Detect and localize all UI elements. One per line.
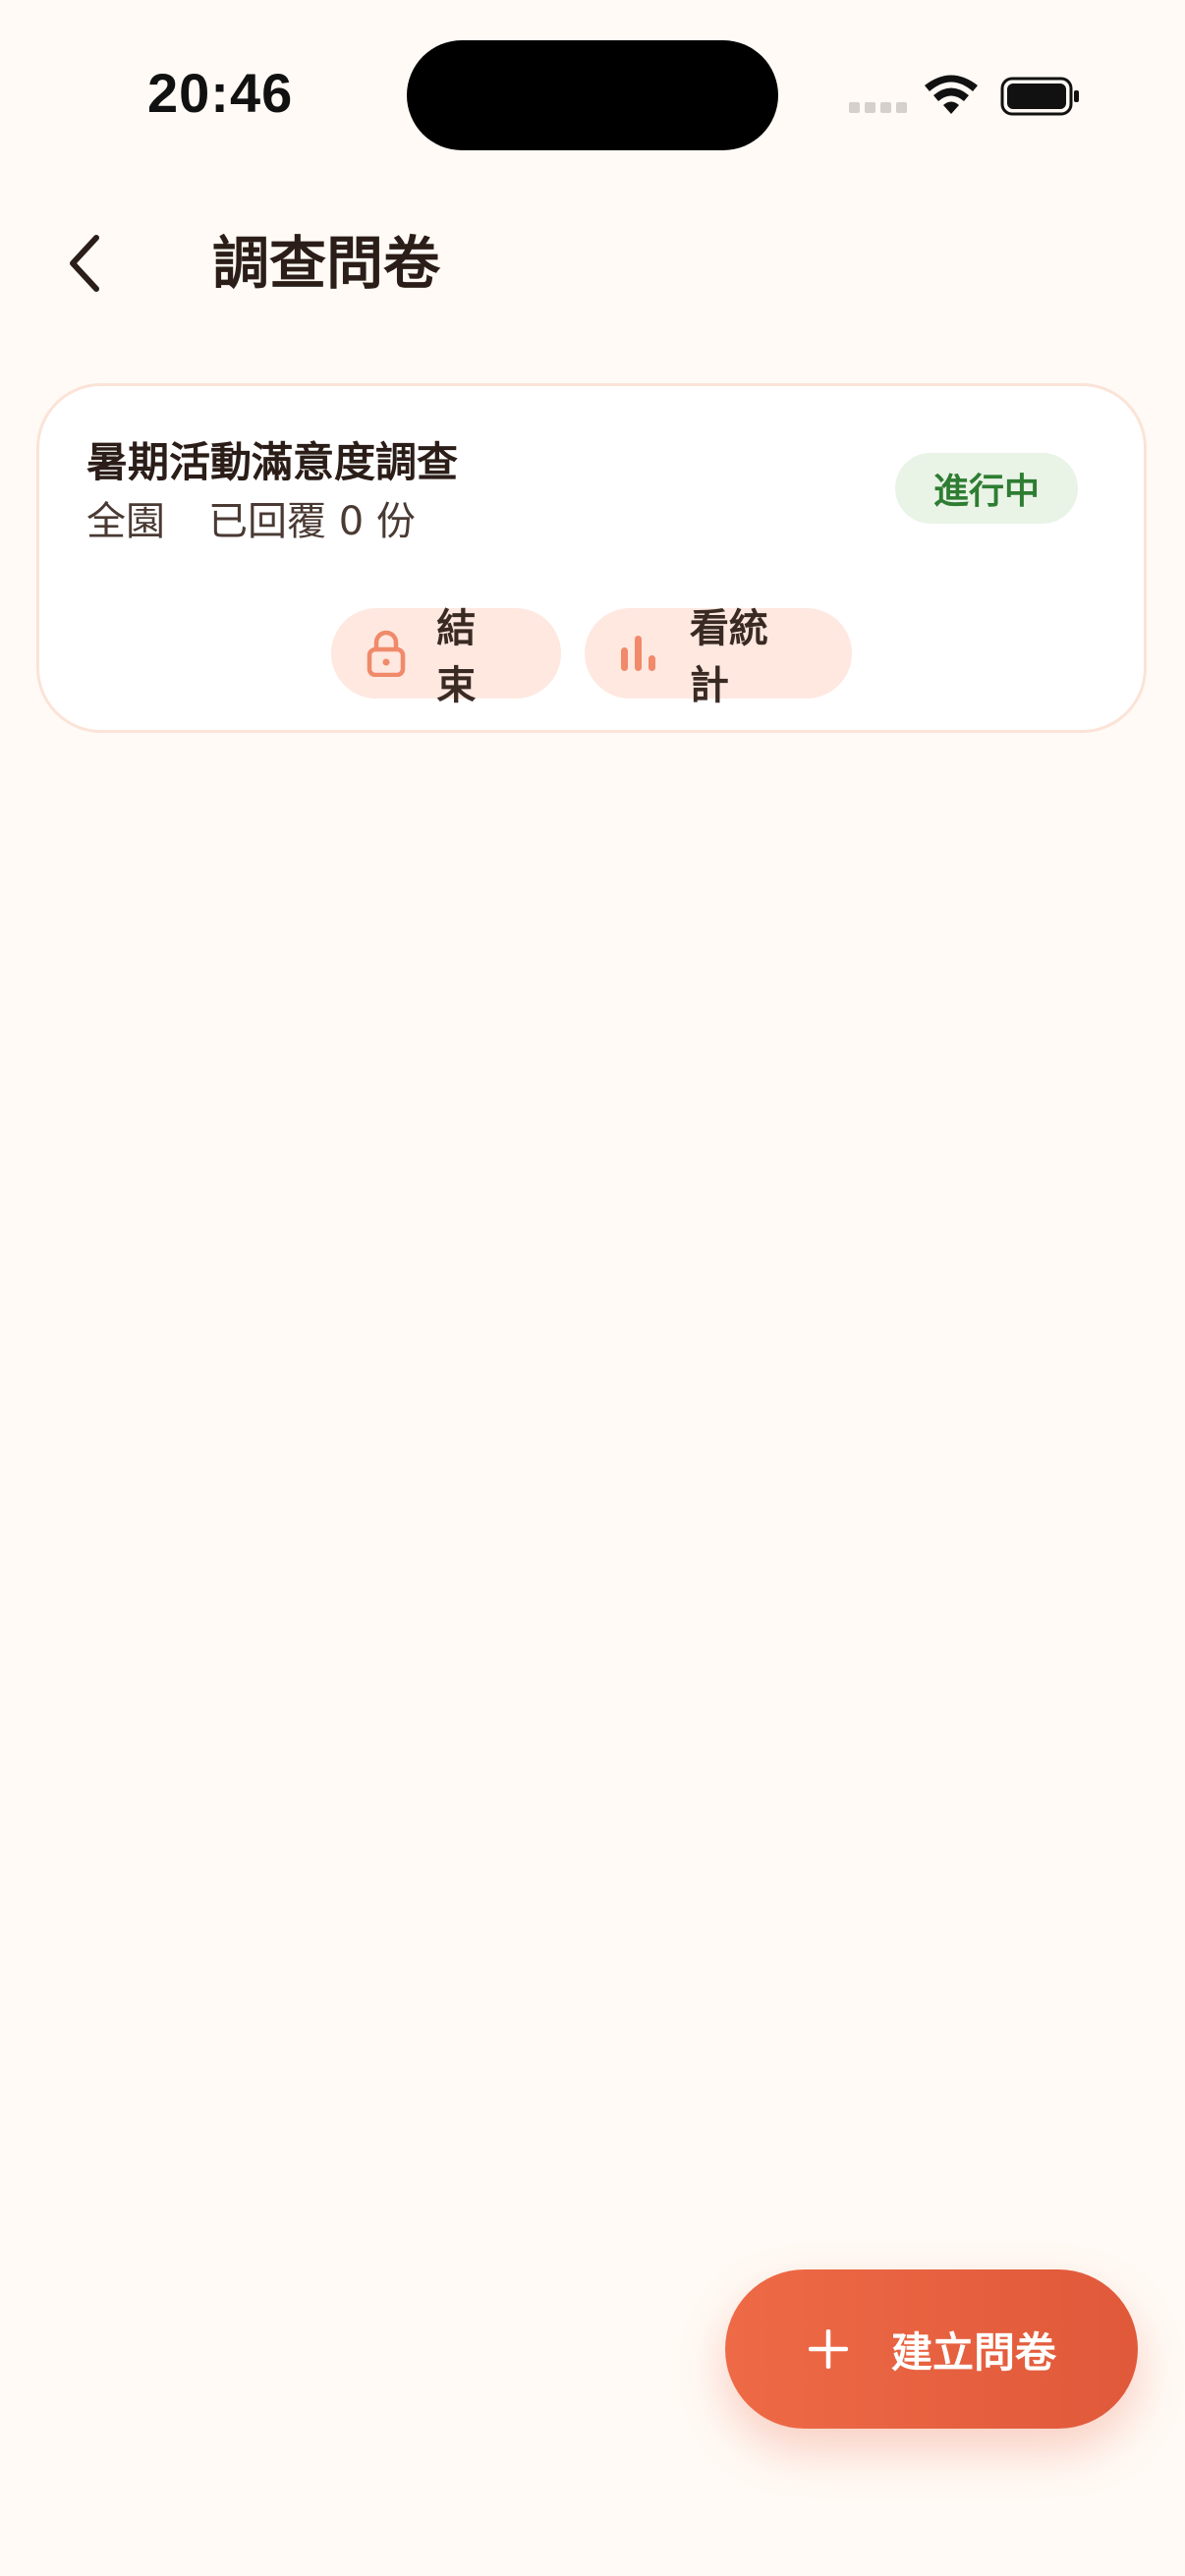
survey-actions: 結束 看統計 xyxy=(39,606,1144,708)
survey-meta: 全園 已回覆 0 份 xyxy=(86,494,416,549)
view-stats-label: 看統計 xyxy=(689,606,768,708)
bar-chart-icon xyxy=(618,629,660,678)
status-time: 20:46 xyxy=(147,62,294,124)
status-badge: 進行中 xyxy=(895,453,1078,524)
survey-title: 暑期活動滿意度調查 xyxy=(86,438,459,486)
cellular-signal-icon xyxy=(849,102,907,113)
plus-icon xyxy=(807,2327,850,2371)
battery-icon xyxy=(1000,77,1079,116)
end-survey-button[interactable]: 結束 xyxy=(331,606,561,708)
create-survey-label: 建立問卷 xyxy=(890,2327,1056,2377)
back-button[interactable] xyxy=(49,224,120,303)
page-title: 調查問卷 xyxy=(212,230,441,297)
create-survey-button[interactable]: 建立問卷 xyxy=(725,2269,1138,2429)
survey-response-count: 已回覆 0 份 xyxy=(208,499,416,544)
dynamic-island xyxy=(407,40,778,150)
wifi-icon xyxy=(925,75,978,114)
survey-scope: 全園 xyxy=(86,499,165,544)
chevron-left-icon xyxy=(70,235,99,292)
survey-card[interactable]: 暑期活動滿意度調查 全園 已回覆 0 份 進行中 結束 看統計 xyxy=(36,383,1147,733)
lock-icon xyxy=(365,629,407,678)
view-stats-button[interactable]: 看統計 xyxy=(585,606,852,708)
end-survey-label: 結束 xyxy=(436,606,477,708)
